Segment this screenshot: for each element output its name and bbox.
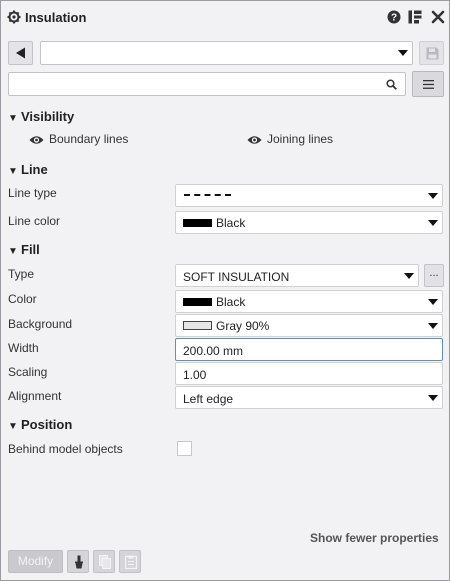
joining-lines-toggle[interactable]: Joining lines	[247, 132, 333, 146]
section-position-label: Position	[21, 417, 73, 432]
section-visibility-label: Visibility	[21, 109, 75, 124]
chevron-down-icon	[428, 323, 438, 329]
section-line[interactable]: ▼ Line	[8, 162, 48, 177]
fill-background-value: Gray 90%	[216, 319, 270, 333]
chevron-down-icon	[428, 395, 438, 401]
background-color-swatch	[183, 321, 212, 330]
fill-color-value: Black	[216, 295, 246, 309]
line-type-label: Line type	[8, 186, 57, 200]
paste-button[interactable]	[119, 550, 141, 573]
back-button[interactable]	[8, 41, 33, 65]
modify-button[interactable]: Modify	[8, 550, 63, 573]
help-icon[interactable]: ?	[387, 10, 401, 24]
behind-model-objects-checkbox[interactable]	[177, 441, 192, 456]
save-icon	[426, 47, 439, 60]
fill-type-browse-button[interactable]: ...	[424, 264, 444, 287]
eye-icon	[29, 136, 44, 144]
fill-width-input[interactable]: 200.00 mm	[175, 338, 443, 361]
line-color-label: Line color	[8, 214, 61, 228]
fill-width-value: 200.00 mm	[183, 344, 244, 358]
fill-scaling-input[interactable]: 1.00	[175, 362, 443, 385]
section-position[interactable]: ▼ Position	[8, 417, 72, 432]
section-line-label: Line	[21, 162, 48, 177]
joining-lines-label: Joining lines	[267, 132, 334, 146]
collapse-triangle-icon: ▼	[8, 166, 18, 177]
save-button[interactable]	[419, 41, 444, 65]
collapse-triangle-icon: ▼	[8, 113, 18, 124]
fill-color-label: Color	[8, 292, 37, 306]
fill-type-select[interactable]: SOFT INSULATION	[175, 264, 419, 287]
panel-title: Insulation	[25, 10, 87, 25]
show-fewer-properties-link[interactable]: Show fewer properties	[310, 531, 439, 545]
line-type-select[interactable]	[175, 184, 443, 207]
fill-alignment-value: Left edge	[183, 392, 234, 406]
fill-scaling-value: 1.00	[183, 368, 207, 382]
dashed-line-sample	[184, 194, 231, 196]
insulation-properties-panel: Insulation ? ▼ Visibility Boundary lines…	[0, 0, 450, 581]
chevron-down-icon	[428, 220, 438, 226]
pick-dropper-icon	[75, 555, 83, 569]
search-input[interactable]	[8, 72, 406, 96]
copy-icon	[99, 555, 111, 569]
fill-color-swatch	[183, 298, 212, 306]
fill-width-label: Width	[8, 341, 39, 355]
section-fill-label: Fill	[21, 242, 40, 257]
fill-color-select[interactable]: Black	[175, 290, 443, 313]
line-color-value: Black	[216, 216, 246, 230]
gear-icon	[7, 10, 21, 24]
svg-text:?: ?	[391, 13, 397, 24]
arrow-left-icon	[16, 47, 25, 59]
boundary-lines-toggle[interactable]: Boundary lines	[29, 132, 128, 146]
layout-icon[interactable]	[408, 10, 422, 24]
chevron-down-icon	[428, 193, 438, 199]
fill-scaling-label: Scaling	[8, 365, 48, 379]
section-fill[interactable]: ▼ Fill	[8, 242, 40, 257]
search-icon	[386, 79, 397, 90]
fill-type-value: SOFT INSULATION	[183, 270, 290, 284]
chevron-down-icon	[398, 50, 408, 56]
fill-alignment-label: Alignment	[8, 389, 62, 403]
boundary-lines-label: Boundary lines	[49, 132, 129, 146]
fill-background-label: Background	[8, 317, 73, 331]
chevron-down-icon	[404, 273, 414, 279]
behind-model-objects-label: Behind model objects	[8, 442, 123, 456]
chevron-down-icon	[428, 299, 438, 305]
pick-button[interactable]	[67, 550, 89, 573]
fill-type-label: Type	[8, 267, 35, 281]
clipboard-icon	[125, 555, 137, 569]
title-bar: Insulation ?	[1, 1, 449, 35]
section-visibility[interactable]: ▼ Visibility	[8, 109, 74, 124]
preset-select[interactable]	[40, 41, 413, 65]
menu-button[interactable]	[412, 71, 444, 97]
close-icon[interactable]	[431, 10, 445, 24]
copy-button[interactable]	[93, 550, 115, 573]
eye-icon	[247, 136, 262, 144]
line-color-swatch	[183, 219, 212, 227]
collapse-triangle-icon: ▼	[8, 246, 18, 257]
fill-alignment-select[interactable]: Left edge	[175, 386, 443, 409]
line-color-select[interactable]: Black	[175, 211, 443, 234]
collapse-triangle-icon: ▼	[8, 421, 18, 432]
menu-icon	[423, 80, 434, 89]
fill-background-select[interactable]: Gray 90%	[175, 314, 443, 337]
